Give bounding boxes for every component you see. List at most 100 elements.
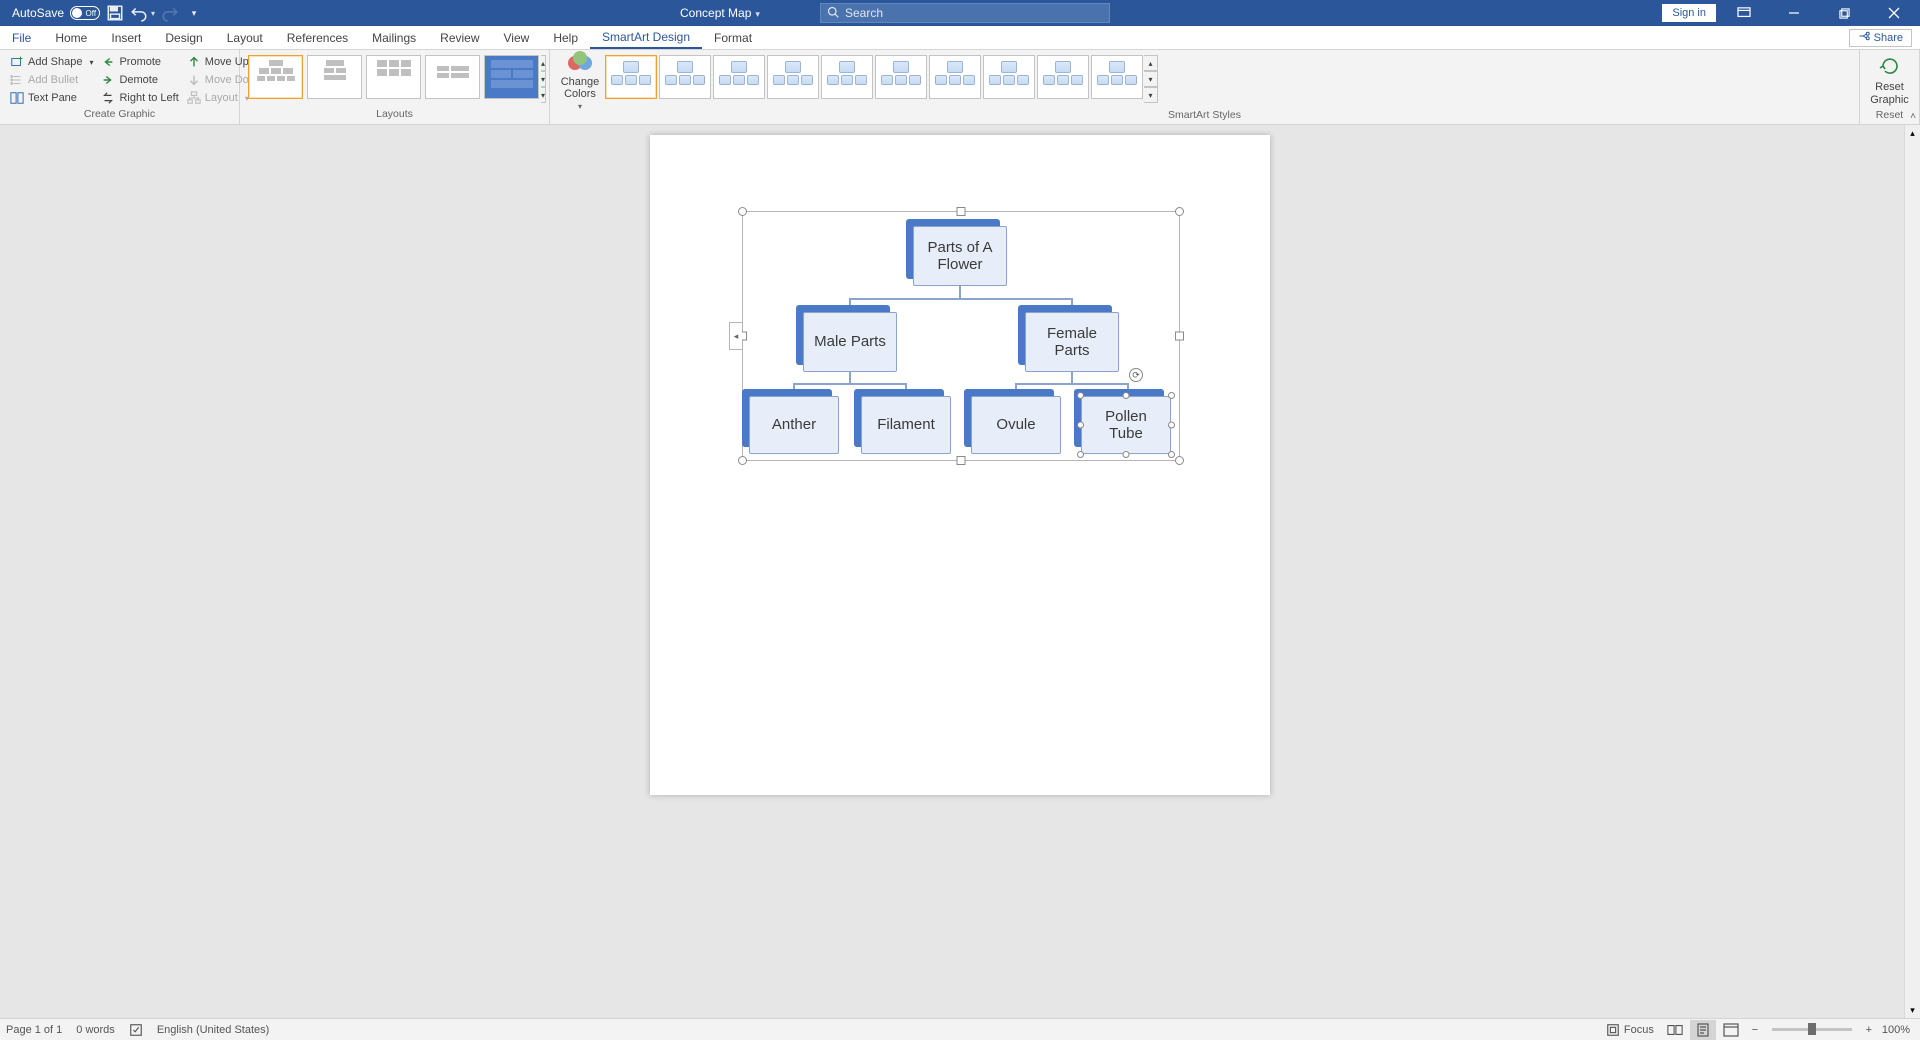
node-root[interactable]: Parts of A Flower [913, 226, 1007, 286]
text-pane-toggle[interactable]: ◂ [729, 322, 742, 350]
text-pane-button[interactable]: Text Pane [6, 89, 97, 107]
tab-smartart-design[interactable]: SmartArt Design [590, 26, 702, 49]
node-handle-sw[interactable] [1077, 451, 1084, 458]
styles-scroll-down[interactable]: ▾ [1144, 71, 1158, 87]
document-title[interactable]: Concept Map▾ [680, 6, 760, 20]
zoom-thumb[interactable] [1808, 1023, 1816, 1035]
maximize-icon[interactable] [1822, 0, 1866, 26]
web-layout-icon[interactable] [1718, 1020, 1744, 1040]
tab-help[interactable]: Help [541, 26, 590, 49]
style-thumb-8[interactable] [983, 55, 1035, 99]
node-pollen-tube[interactable]: Pollen Tube [1081, 396, 1171, 454]
node-male-parts[interactable]: Male Parts [803, 312, 897, 372]
search-input[interactable] [845, 6, 1103, 20]
tab-format[interactable]: Format [702, 26, 764, 49]
tab-home[interactable]: Home [43, 26, 99, 49]
tab-design[interactable]: Design [153, 26, 214, 49]
layout-thumb-5[interactable] [484, 55, 539, 99]
focus-mode-button[interactable]: Focus [1606, 1023, 1654, 1037]
smartart-frame[interactable]: ◂ Parts of A Flower [742, 211, 1180, 461]
style-thumb-9[interactable] [1037, 55, 1089, 99]
style-thumb-5[interactable] [821, 55, 873, 99]
style-thumb-7[interactable] [929, 55, 981, 99]
read-mode-icon[interactable] [1662, 1020, 1688, 1040]
scroll-down-icon[interactable]: ▾ [1905, 1002, 1920, 1018]
vertical-scrollbar[interactable]: ▴ ▾ [1904, 125, 1920, 1018]
page-indicator[interactable]: Page 1 of 1 [6, 1024, 62, 1036]
promote-button[interactable]: Promote [97, 53, 182, 71]
redo-icon[interactable] [161, 4, 179, 22]
minimize-icon[interactable] [1772, 0, 1816, 26]
styles-more-icon[interactable]: ▾ [1144, 87, 1158, 103]
close-icon[interactable] [1872, 0, 1916, 26]
demote-button[interactable]: Demote [97, 71, 182, 89]
autosave-toggle[interactable]: Off [70, 6, 100, 20]
layout-thumb-2[interactable] [307, 55, 362, 99]
zoom-out-icon[interactable]: − [1746, 1020, 1764, 1040]
node-handle-ne[interactable] [1168, 392, 1175, 399]
change-colors-button[interactable]: Change Colors ▾ [556, 53, 604, 109]
zoom-slider[interactable] [1772, 1028, 1852, 1031]
node-handle-se[interactable] [1168, 451, 1175, 458]
tab-review[interactable]: Review [428, 26, 491, 49]
style-thumb-4[interactable] [767, 55, 819, 99]
save-icon[interactable] [106, 4, 124, 22]
tab-mailings[interactable]: Mailings [360, 26, 428, 49]
share-button[interactable]: Share [1849, 29, 1912, 47]
tab-insert[interactable]: Insert [99, 26, 153, 49]
style-thumb-2[interactable] [659, 55, 711, 99]
resize-handle-ne[interactable] [1175, 207, 1184, 216]
spellcheck-icon[interactable] [129, 1023, 143, 1037]
resize-handle-nw[interactable] [738, 207, 747, 216]
print-layout-icon[interactable] [1690, 1020, 1716, 1040]
undo-dropdown-icon[interactable]: ▾ [151, 9, 155, 18]
scroll-up-icon[interactable]: ▴ [1905, 125, 1920, 141]
zoom-in-icon[interactable]: + [1860, 1020, 1878, 1040]
zoom-level[interactable]: 100% [1882, 1024, 1910, 1036]
styles-scroll-up[interactable]: ▴ [1144, 55, 1158, 71]
right-to-left-button[interactable]: Right to Left [97, 89, 182, 107]
tab-view[interactable]: View [492, 26, 542, 49]
resize-handle-n[interactable] [957, 207, 966, 216]
tab-file[interactable]: File [0, 26, 43, 49]
node-handle-n[interactable] [1123, 392, 1130, 399]
layout-thumb-1[interactable] [248, 55, 303, 99]
node-filament[interactable]: Filament [861, 396, 951, 454]
rotation-handle[interactable]: ⟳ [1129, 368, 1143, 382]
node-handle-s[interactable] [1123, 451, 1130, 458]
node-ovule[interactable]: Ovule [971, 396, 1061, 454]
layouts-scroll-down[interactable]: ▾ [541, 71, 546, 87]
reset-graphic-button[interactable]: Reset Graphic [1866, 53, 1914, 109]
node-handle-w[interactable] [1077, 422, 1084, 429]
word-count[interactable]: 0 words [76, 1024, 115, 1036]
add-shape-button[interactable]: Add Shape ▾ [6, 53, 97, 71]
tab-references[interactable]: References [275, 26, 360, 49]
group-label-styles: SmartArt Styles [550, 109, 1859, 124]
layout-thumb-3[interactable] [366, 55, 421, 99]
qat-customize-icon[interactable]: ▾ [185, 4, 203, 22]
collapse-ribbon-icon[interactable]: ˄ [1910, 111, 1916, 122]
node-handle-e[interactable] [1168, 422, 1175, 429]
scroll-track[interactable] [1905, 141, 1920, 1002]
language-indicator[interactable]: English (United States) [157, 1024, 270, 1036]
node-anther[interactable]: Anther [749, 396, 839, 454]
style-thumb-10[interactable] [1091, 55, 1143, 99]
resize-handle-e[interactable] [1175, 332, 1184, 341]
node-female-parts[interactable]: Female Parts [1025, 312, 1119, 372]
sign-in-button[interactable]: Sign in [1662, 4, 1716, 22]
resize-handle-se[interactable] [1175, 456, 1184, 465]
node-handle-nw[interactable] [1077, 392, 1084, 399]
style-thumb-3[interactable] [713, 55, 765, 99]
page[interactable]: ◂ Parts of A Flower [650, 135, 1270, 795]
undo-icon[interactable] [130, 4, 148, 22]
tab-layout[interactable]: Layout [215, 26, 275, 49]
layout-thumb-4[interactable] [425, 55, 480, 99]
layouts-more-icon[interactable]: ▾ [541, 87, 546, 103]
resize-handle-sw[interactable] [738, 456, 747, 465]
resize-handle-s[interactable] [957, 456, 966, 465]
style-thumb-1[interactable] [605, 55, 657, 99]
style-thumb-6[interactable] [875, 55, 927, 99]
layouts-scroll-up[interactable]: ▴ [541, 55, 546, 71]
search-box[interactable] [820, 3, 1110, 23]
ribbon-display-options-icon[interactable] [1722, 0, 1766, 26]
